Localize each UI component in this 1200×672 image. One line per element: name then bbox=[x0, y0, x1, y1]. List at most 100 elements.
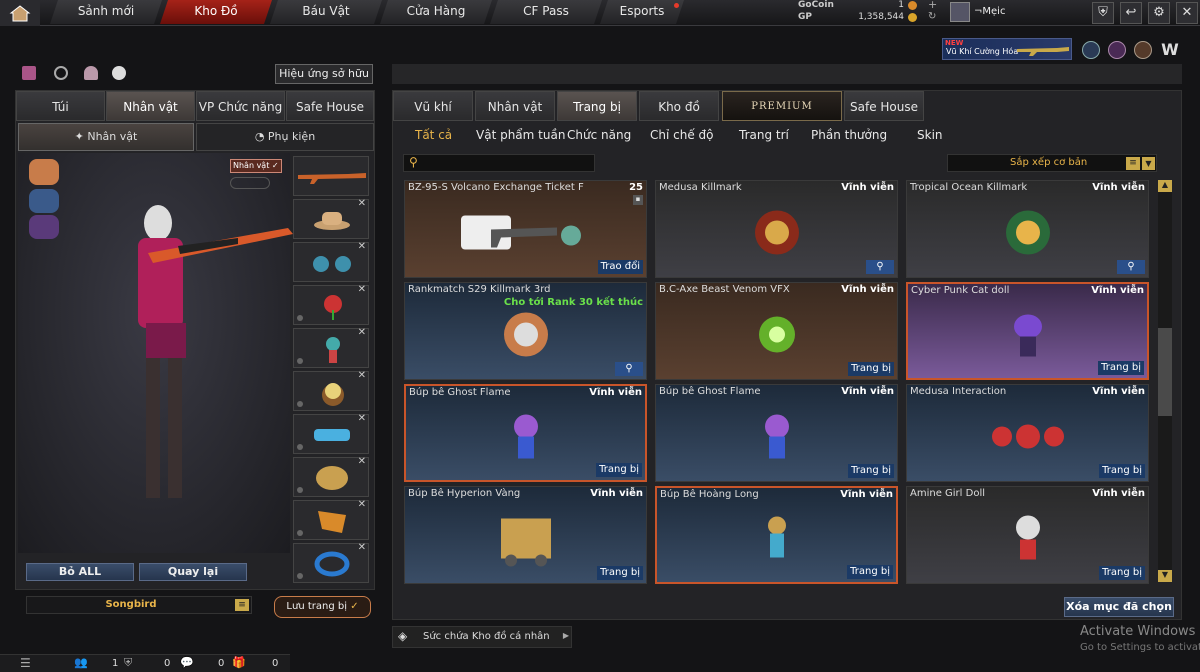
glasses-slot[interactable]: ✕ bbox=[293, 241, 369, 282]
reset-all-button[interactable]: Bỏ ALL bbox=[26, 563, 134, 581]
item-card[interactable]: BZ-95-S Volcano Exchange Ticket F 25 Trao … bbox=[404, 180, 647, 278]
tab-storage[interactable]: Kho đồ bbox=[639, 91, 719, 121]
menu-icon[interactable]: ≡ bbox=[235, 599, 249, 611]
tab-bag[interactable]: Túi bbox=[16, 91, 105, 121]
creature-slot[interactable]: ✕ bbox=[293, 456, 369, 497]
remove-icon[interactable]: ✕ bbox=[358, 327, 366, 338]
filter-skin[interactable]: Skin bbox=[917, 128, 943, 142]
tab-function-items[interactable]: VP Chức năng bbox=[196, 91, 285, 121]
gear-icon[interactable]: ⚙ bbox=[1148, 2, 1170, 24]
item-card[interactable]: Búp Bê Hyperion Vàng Vĩnh viễn Trang bị bbox=[404, 486, 647, 584]
refresh-icon[interactable]: ↻ bbox=[928, 11, 936, 22]
filter-decor[interactable]: Trang trí bbox=[739, 128, 789, 142]
tab-equipment[interactable]: Trang bị bbox=[557, 91, 637, 121]
item-action-button[interactable]: Trang bị bbox=[847, 565, 893, 579]
skin-slot-icon[interactable] bbox=[29, 215, 59, 239]
badge-icon[interactable] bbox=[1082, 41, 1100, 59]
stats-icon[interactable] bbox=[22, 66, 36, 80]
character-preview[interactable]: Nhân vật ✓ bbox=[18, 153, 293, 553]
tab-safe-house-left[interactable]: Safe House bbox=[286, 91, 374, 121]
remove-icon[interactable]: ✕ bbox=[358, 413, 366, 424]
clan-shield-icon[interactable]: ⛨ bbox=[124, 656, 132, 670]
item-card[interactable]: Búp bê Ghost Flame Vĩnh viễn Trang bị bbox=[655, 384, 898, 482]
hat-slot[interactable]: ✕ bbox=[293, 198, 369, 239]
nav-tab-lobby[interactable]: Sảnh mới bbox=[50, 0, 162, 24]
clan-icon[interactable] bbox=[1134, 41, 1152, 59]
nav-tab-treasure[interactable]: Báu Vật bbox=[270, 0, 382, 24]
save-loadout-button[interactable]: Lưu trang bị ✓ bbox=[274, 596, 371, 618]
remove-icon[interactable]: ✕ bbox=[358, 241, 366, 252]
scrollbar[interactable]: ▲ ▼ bbox=[1158, 180, 1172, 582]
search-field[interactable]: ⚲ bbox=[403, 154, 595, 172]
weapon-slot[interactable] bbox=[293, 156, 369, 196]
nav-tab-shop[interactable]: Cửa Hàng bbox=[380, 0, 492, 24]
item-card[interactable]: Tropical Ocean Killmark Vĩnh viễn ⚲ bbox=[906, 180, 1149, 278]
item-card[interactable]: Búp bê Ghost Flame Vĩnh viễn Trang bị bbox=[404, 384, 647, 482]
search-input[interactable] bbox=[426, 156, 591, 170]
character-name-field[interactable]: Songbird ≡ bbox=[26, 596, 252, 614]
inspect-icon[interactable]: ⚲ bbox=[866, 260, 894, 274]
emblem-icon[interactable] bbox=[1108, 41, 1126, 59]
gift-icon[interactable]: 🎁 bbox=[232, 656, 246, 669]
item-action-button[interactable]: Trang bị bbox=[848, 464, 894, 478]
sort-desc-icon[interactable]: ▼ bbox=[1142, 157, 1155, 170]
tab-character[interactable]: Nhân vật bbox=[106, 91, 195, 121]
tab-weapons[interactable]: Vũ khí bbox=[393, 91, 473, 121]
remove-icon[interactable]: ✕ bbox=[358, 198, 366, 209]
skin-slot-icon[interactable] bbox=[29, 159, 59, 185]
nav-tab-inventory[interactable]: Kho Đồ bbox=[160, 0, 272, 24]
menu-icon[interactable]: ☰ bbox=[20, 656, 31, 670]
item-card[interactable]: Búp Bê Hoàng Long Vĩnh viễn Trang bị bbox=[655, 486, 898, 584]
pose-icon[interactable] bbox=[84, 66, 98, 80]
item-card[interactable]: Amine Girl Doll Vĩnh viễn Trang bị bbox=[906, 486, 1149, 584]
remove-icon[interactable]: ✕ bbox=[358, 499, 366, 510]
weapon-upgrade-banner[interactable]: NEW Vũ Khí Cường Hóa bbox=[942, 38, 1072, 60]
drink-slot[interactable]: ✕ bbox=[293, 370, 369, 411]
back-button[interactable]: Quay lại bbox=[139, 563, 247, 581]
home-button[interactable] bbox=[0, 0, 40, 26]
inspect-icon[interactable]: ⚲ bbox=[1117, 260, 1145, 274]
storage-capacity-bar[interactable]: ◈ Sức chứa Kho đồ cá nhân ▶ bbox=[392, 626, 572, 648]
skin-slot-icon[interactable] bbox=[29, 189, 59, 213]
vip-icon[interactable]: W bbox=[1160, 40, 1180, 60]
friends-icon[interactable]: 👥 bbox=[74, 656, 88, 669]
close-icon[interactable]: ✕ bbox=[1176, 2, 1198, 24]
list-icon[interactable]: ≡ bbox=[1126, 157, 1140, 170]
scroll-up-icon[interactable]: ▲ bbox=[1158, 180, 1172, 192]
filter-weekly[interactable]: Vật phẩm tuần bbox=[476, 128, 565, 142]
add-gocoin-icon[interactable]: + bbox=[928, 0, 937, 11]
item-action-button[interactable]: Trang bị bbox=[848, 362, 894, 376]
item-card[interactable]: B.C-Axe Beast Venom VFX Vĩnh viễn Trang bị bbox=[655, 282, 898, 380]
item-card[interactable]: Cyber Punk Cat doll Vĩnh viễn Trang bị bbox=[906, 282, 1149, 380]
tab-safe-house[interactable]: Safe House bbox=[844, 91, 924, 121]
item-card[interactable]: Medusa Killmark Vĩnh viễn ⚲ bbox=[655, 180, 898, 278]
item-action-button[interactable]: Trang bị bbox=[1098, 361, 1144, 375]
remove-icon[interactable]: ✕ bbox=[358, 456, 366, 467]
item-action-button[interactable]: Trang bị bbox=[597, 566, 643, 580]
filter-function[interactable]: Chức năng bbox=[567, 128, 631, 142]
rotate-icon[interactable] bbox=[54, 66, 68, 80]
subtab-character[interactable]: ✦ Nhân vật bbox=[18, 123, 194, 151]
nav-tab-cfpass[interactable]: CF Pass bbox=[490, 0, 602, 24]
item-card[interactable]: Medusa Interaction Vĩnh viễn Trang bị bbox=[906, 384, 1149, 482]
inspect-icon[interactable]: ⚲ bbox=[615, 362, 643, 376]
remove-icon[interactable]: ✕ bbox=[358, 370, 366, 381]
visibility-toggle[interactable] bbox=[230, 177, 270, 189]
shield-icon[interactable]: ⛨ bbox=[1092, 2, 1114, 24]
item-action-button[interactable]: Trao đổi bbox=[597, 260, 643, 274]
pouch-slot[interactable]: ✕ bbox=[293, 499, 369, 540]
effects-button[interactable]: Hiệu ứng sở hữu bbox=[275, 64, 373, 84]
chat-icon[interactable]: 💬 bbox=[180, 656, 194, 669]
nav-tab-esports[interactable]: Esports bbox=[600, 0, 684, 24]
subtab-accessory[interactable]: ◔ Phụ kiện bbox=[196, 123, 374, 151]
flower-slot[interactable]: ✕ bbox=[293, 284, 369, 325]
tab-premium[interactable]: PREMIUM bbox=[722, 91, 842, 121]
exit-icon[interactable]: ↩ bbox=[1120, 2, 1142, 24]
scroll-thumb[interactable] bbox=[1158, 328, 1172, 416]
item-action-button[interactable]: Trang bị bbox=[1099, 566, 1145, 580]
ring-slot[interactable]: ✕ bbox=[293, 542, 369, 583]
filter-all[interactable]: Tất cả bbox=[415, 128, 452, 142]
item-action-button[interactable]: Trang bị bbox=[596, 463, 642, 477]
scroll-down-icon[interactable]: ▼ bbox=[1158, 570, 1172, 582]
item-card[interactable]: Rankmatch S29 Killmark 3rd Cho tới Rank 3… bbox=[404, 282, 647, 380]
